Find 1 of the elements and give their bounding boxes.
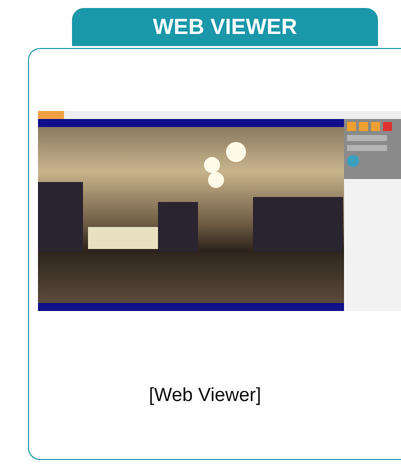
image-caption: [Web Viewer] xyxy=(148,385,262,407)
